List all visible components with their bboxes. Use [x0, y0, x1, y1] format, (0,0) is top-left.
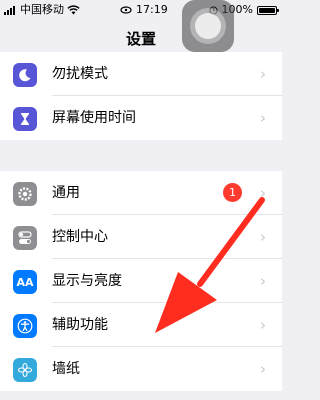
red-arrow-annotation [155, 197, 265, 333]
